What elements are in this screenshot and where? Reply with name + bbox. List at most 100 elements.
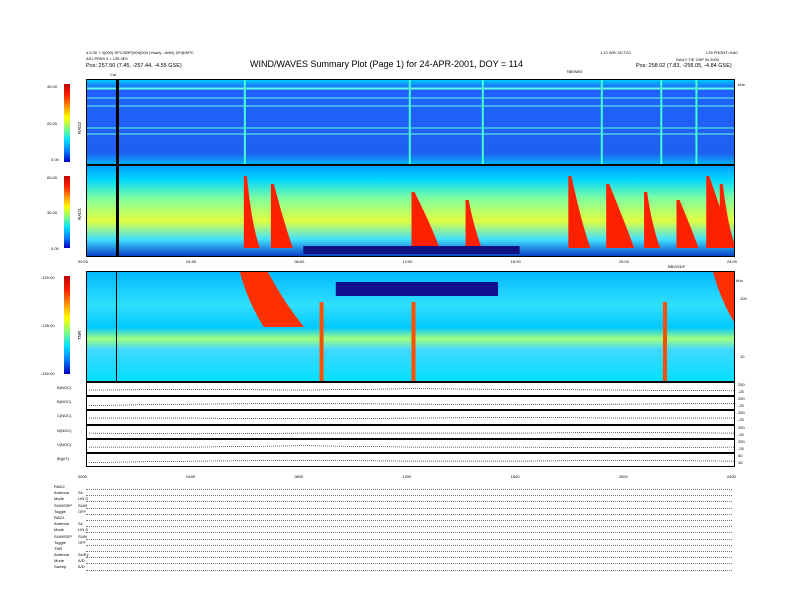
tnr-right-top-sublabel: kHz	[736, 278, 743, 283]
rad2-tick-top: 40.00	[47, 84, 58, 89]
mag-panel-range-tick: -25	[738, 403, 744, 409]
mag-panel-label: V(NOC)	[57, 441, 72, 447]
rad2-colorbar	[64, 84, 70, 162]
mode-value: A/D	[78, 564, 85, 570]
mode-table-dotted-line	[86, 532, 732, 534]
tnr-tick-top: -120.00	[41, 275, 55, 280]
mode-table-dotted-line	[86, 513, 732, 515]
mag-panel-label: B(NOC)	[57, 385, 72, 390]
mag-panel	[86, 396, 735, 411]
header-info-line2: ASJ PRIIS 3 = 135 0E0	[86, 56, 128, 61]
mode-key: Toggle	[54, 508, 66, 514]
page-title: WIND/WAVES Summary Plot (Page 1) for 24-…	[250, 59, 524, 69]
mode-key: RAD1	[54, 514, 65, 520]
tnr-dark-band	[335, 282, 499, 296]
mag-panel	[86, 410, 735, 425]
tnr-burst	[662, 302, 667, 381]
rad2-label: RAD2	[77, 121, 82, 134]
mag-series-line	[88, 388, 735, 392]
time-tick-label: 20:00	[618, 259, 629, 264]
mode-key: Antenna	[54, 552, 69, 558]
mode-value: A/D	[78, 558, 85, 564]
time-tick-label: 04:00	[186, 259, 197, 264]
mode-table-dotted-line	[86, 489, 732, 490]
mode-table-dotted-line	[86, 495, 732, 497]
time-tick-label: 2400	[727, 474, 736, 479]
time-tick-label: 24:00	[727, 259, 738, 264]
rad1-tick-bottom: 0.00	[51, 246, 59, 251]
mag-series-line	[89, 417, 734, 420]
mode-table-dotted-line	[86, 538, 732, 540]
mag-panel-range-tick: 250	[738, 410, 745, 416]
mag-series-line	[89, 445, 735, 448]
mag-panel-label: C(NOC)	[57, 413, 72, 419]
time-tick-label: 16:00	[510, 259, 521, 264]
mode-value: OFF	[78, 539, 86, 545]
mag-series-line	[88, 431, 735, 434]
mode-key: Antenna	[54, 521, 69, 527]
mag-series-line	[88, 403, 735, 406]
rad2-burst	[600, 80, 603, 164]
mag-panel-range-tick: -25	[738, 389, 744, 394]
mode-key: TNR	[54, 545, 63, 551]
mode-table-dotted-line	[86, 544, 732, 546]
rad2-burst	[408, 80, 411, 164]
position-right: Pos: 258.02 (7.83, -258.05, -4.84 GSE)	[636, 63, 732, 69]
rad1-tick-mid: 30.00	[47, 210, 58, 215]
cal-marker-line	[116, 79, 119, 257]
mode-value: Sx	[78, 521, 83, 527]
rad1-label: RAD1	[77, 207, 82, 220]
cal-marker-label: Cal	[110, 72, 117, 77]
time-tick-label: 1600	[510, 474, 520, 479]
mag-panel-range-tick: 15	[738, 460, 743, 465]
mag-panel-range-tick: 250	[738, 424, 745, 430]
rad2-tick-mid: 20.00	[47, 121, 58, 126]
mag-panel-label: B(NOC)	[57, 399, 72, 405]
mode-table-dotted-line	[86, 551, 732, 552]
time-tick-label: 08:00	[294, 259, 305, 264]
center-right-label: TBEWEE	[566, 69, 583, 74]
time-tick-label: 2000	[618, 474, 628, 479]
mode-table-dotted-line	[86, 569, 732, 571]
position-left: Pos: 257.50 (7.45, -257.44, -4.55 GSE)	[86, 63, 182, 69]
time-tick-label: 0800	[294, 474, 304, 479]
mode-table-dotted-line	[86, 507, 732, 509]
mode-value: Sx	[78, 490, 83, 496]
header-right-line1: 1.10 WEI 01/TC0	[600, 50, 631, 55]
mag-panel-range-tick: 250	[738, 396, 745, 402]
rad2-tick-bottom: 0.00	[51, 157, 59, 162]
time-tick-label: 0400	[186, 474, 196, 479]
tnr-label: TNR	[77, 330, 82, 340]
mag-panel	[86, 424, 735, 439]
tnr-colorbar	[64, 276, 70, 374]
mode-value: OFF	[78, 508, 86, 514]
header-right-line2: L39 FRONT=SAC	[706, 50, 739, 55]
rad1-spectrogram	[86, 165, 735, 257]
tnr-burst	[319, 302, 324, 381]
mag-series-line	[88, 460, 735, 463]
mode-key: Toggle	[54, 539, 66, 545]
tnr-tick-bottom: -150.00	[41, 371, 55, 376]
mode-key: Antenna	[54, 490, 69, 496]
tnr-spectrogram	[86, 271, 735, 382]
mode-key: Mode	[54, 527, 65, 533]
time-tick-label: 12:00	[402, 259, 413, 264]
mag-panel-range-tick: 250	[738, 382, 745, 387]
rad2-burst	[660, 80, 663, 164]
mag-panel-range-tick: 250	[738, 438, 745, 444]
mag-panel-range-tick: -25	[738, 445, 744, 451]
mode-table-dotted-line	[86, 563, 732, 565]
mode-table-dotted-line	[86, 526, 732, 528]
tnr-right-top-label: BBV/SDF	[668, 264, 686, 269]
rad2-spectrogram	[86, 79, 735, 165]
time-tick-label: 00:00	[78, 259, 89, 264]
header-right-line3: DAILY TIE CNP IN 2000	[676, 57, 720, 62]
rad2-burst	[695, 80, 698, 164]
mag-panel-range-tick: 50	[738, 453, 743, 458]
tnr-right-tick-10: 10	[740, 354, 745, 359]
mode-key: SUM/SEP	[54, 502, 73, 508]
mode-key: RAD2	[54, 484, 65, 489]
rad2-burst	[243, 80, 246, 164]
mode-key: Mode	[54, 496, 65, 502]
mode-table-dotted-line	[86, 557, 732, 559]
